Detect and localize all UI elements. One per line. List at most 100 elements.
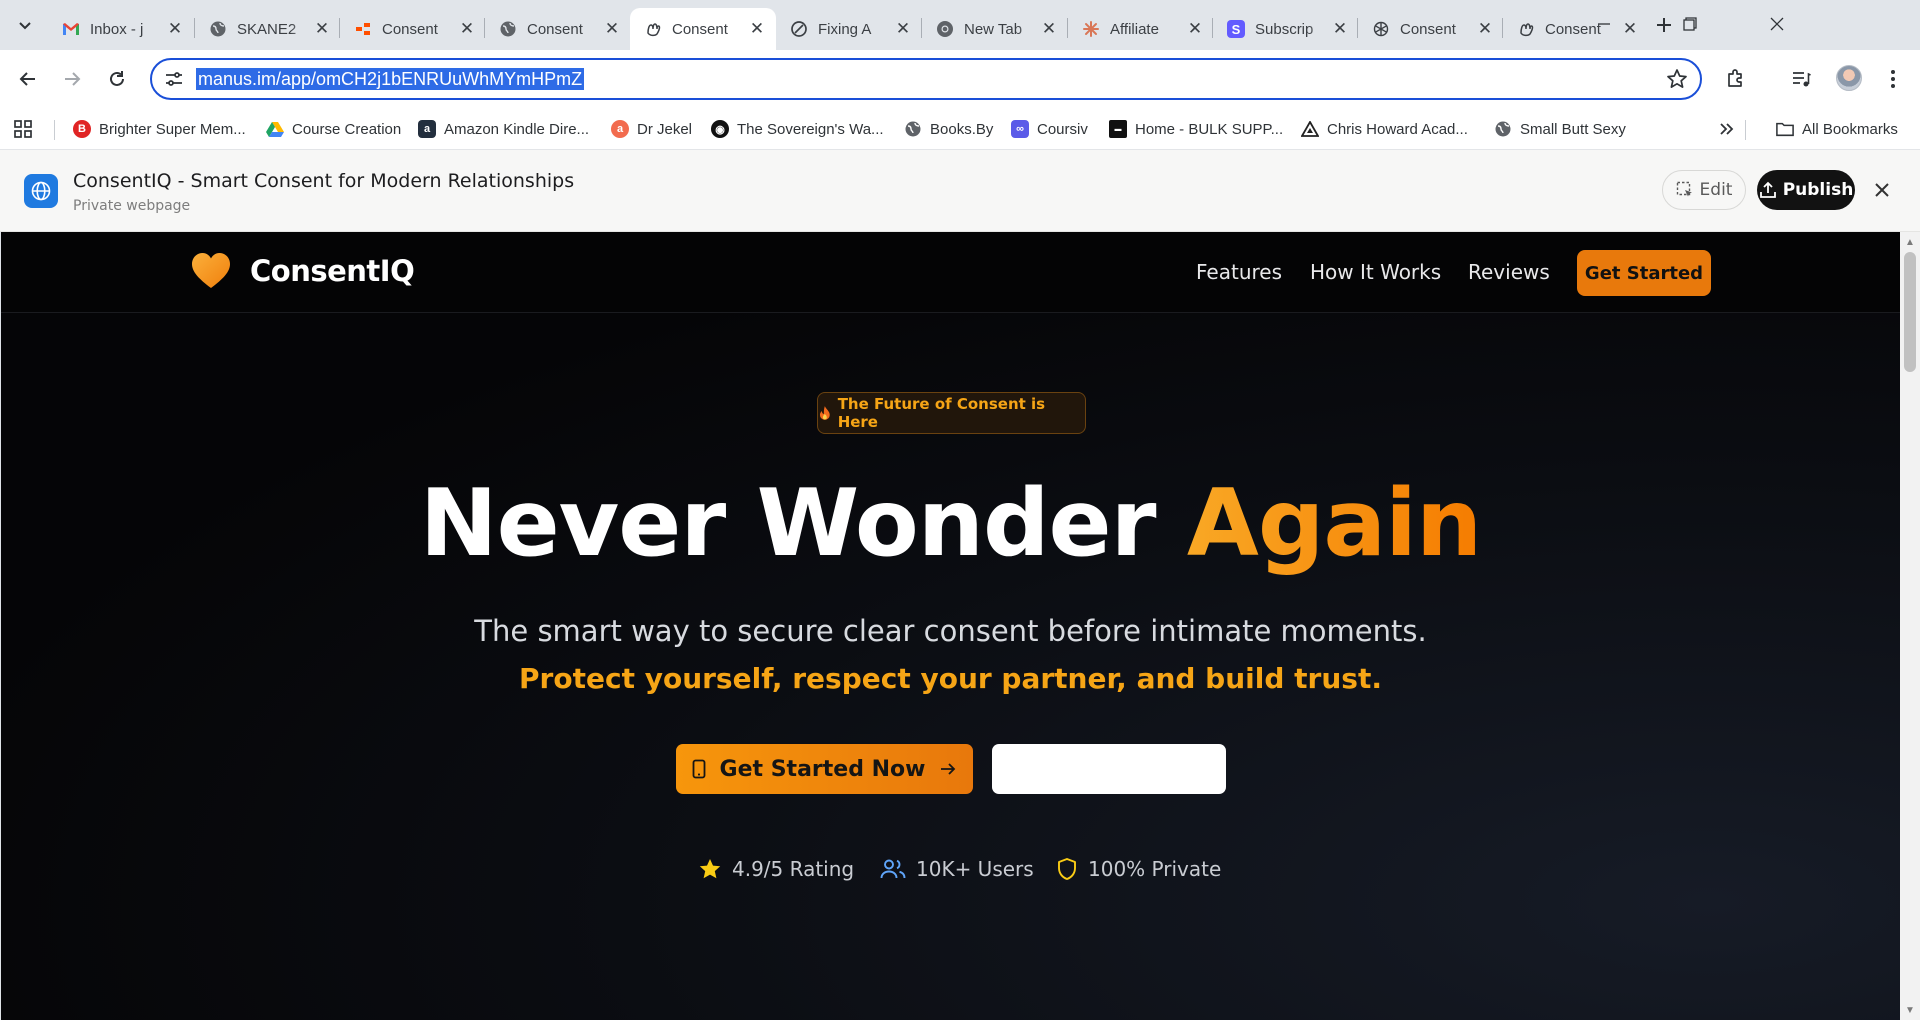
edit-button[interactable]: Edit <box>1662 170 1746 210</box>
site-settings-icon[interactable] <box>164 69 184 89</box>
bookmark-item[interactable]: Course Creation <box>266 115 401 143</box>
nav-reviews-link[interactable]: Reviews <box>1468 260 1550 284</box>
minimize-button[interactable] <box>1576 0 1632 48</box>
bookmark-item[interactable]: a Dr Jekel <box>611 115 692 143</box>
hero-badge-text: The Future of Consent is Here <box>837 395 1046 431</box>
tab-skane[interactable]: SKANE2 ✕ <box>195 8 341 50</box>
bookmark-item[interactable]: Books.By <box>904 115 993 143</box>
bookmark-item[interactable]: a Amazon Kindle Dire... <box>418 115 589 143</box>
manus-icon <box>644 20 662 38</box>
tab-search-button[interactable] <box>11 11 39 39</box>
tab-gmail[interactable]: Inbox - j ✕ <box>48 8 194 50</box>
nav-how-it-works-link[interactable]: How It Works <box>1310 260 1441 284</box>
bookmarks-bar: B Brighter Super Mem... Course Creation … <box>0 108 1920 150</box>
tab-affiliate[interactable]: Affiliate ✕ <box>1068 8 1214 50</box>
tab-title: Consent <box>1400 20 1456 38</box>
globe-icon <box>904 120 922 138</box>
tab-new-tab[interactable]: New Tab ✕ <box>922 8 1068 50</box>
perplexity-icon <box>790 20 808 38</box>
shield-icon <box>1058 858 1076 880</box>
media-control-button[interactable] <box>1786 64 1816 94</box>
kebab-menu-icon <box>1891 70 1895 88</box>
publish-label: Publish <box>1782 180 1854 200</box>
restore-icon <box>1683 17 1697 31</box>
stat-rating: 4.9/5 Rating <box>698 854 854 884</box>
bookmark-item[interactable]: B Brighter Super Mem... <box>73 115 246 143</box>
tab-consent-globe[interactable]: Consent ✕ <box>485 8 631 50</box>
sovereign-icon: ◉ <box>711 120 729 138</box>
hero-subheadline: The smart way to secure clear consent be… <box>474 614 1427 648</box>
tab-strip: Inbox - j ✕ SKANE2 ✕ Consent ✕ Consent ✕… <box>0 0 1920 50</box>
close-icon[interactable]: ✕ <box>458 19 476 38</box>
close-preview-button[interactable] <box>1870 178 1894 202</box>
close-icon[interactable]: ✕ <box>1476 19 1494 38</box>
all-bookmarks-label: All Bookmarks <box>1802 120 1898 138</box>
secondary-cta-button[interactable] <box>992 744 1226 794</box>
page-scrollbar[interactable]: ▲ ▼ <box>1900 232 1920 1020</box>
close-icon[interactable]: ✕ <box>313 19 331 38</box>
triangle-icon <box>1301 120 1319 138</box>
stat-users-text: 10K+ Users <box>916 857 1034 881</box>
close-icon[interactable]: ✕ <box>603 19 621 38</box>
browser-menu-button[interactable] <box>1878 64 1908 94</box>
profile-avatar[interactable] <box>1836 65 1862 91</box>
scroll-up-arrow-icon[interactable]: ▲ <box>1904 236 1916 248</box>
tab-fixing[interactable]: Fixing A ✕ <box>776 8 922 50</box>
reload-button[interactable] <box>101 63 133 95</box>
minimize-icon <box>1598 23 1610 25</box>
site-logo[interactable]: ConsentIQ <box>250 254 415 288</box>
chatgpt-icon <box>1372 20 1390 38</box>
get-started-now-button[interactable]: Get Started Now <box>676 744 973 794</box>
preview-subtitle: Private webpage <box>73 198 191 214</box>
bookmark-item[interactable]: ▬ Home - BULK SUPP... <box>1109 115 1283 143</box>
users-icon <box>880 859 906 879</box>
hero-headline-accent: Again <box>1186 469 1482 577</box>
gmail-icon <box>62 20 80 38</box>
globe-icon <box>209 20 227 38</box>
forward-button[interactable] <box>56 63 88 95</box>
tab-consent-zapier[interactable]: Consent ✕ <box>340 8 486 50</box>
bookmark-label: Brighter Super Mem... <box>99 120 246 138</box>
tab-subscription[interactable]: S Subscrip ✕ <box>1213 8 1359 50</box>
bookmark-label: The Sovereign's Wa... <box>737 120 884 138</box>
bookmark-item[interactable]: ◉ The Sovereign's Wa... <box>711 115 884 143</box>
tab-consent-chatgpt[interactable]: Consent ✕ <box>1358 8 1504 50</box>
bookmark-item[interactable]: Small Butt Sexy <box>1494 115 1626 143</box>
manus-icon <box>1517 20 1535 38</box>
tab-consent-active[interactable]: Consent ✕ <box>630 8 776 50</box>
close-icon <box>1770 17 1784 31</box>
bookmark-star-icon[interactable] <box>1666 68 1688 90</box>
tab-title: Inbox - j <box>90 20 144 38</box>
scrollbar-thumb[interactable] <box>1904 252 1916 372</box>
heart-icon <box>192 253 230 288</box>
back-button[interactable] <box>12 63 44 95</box>
publish-button[interactable]: Publish <box>1757 170 1855 210</box>
apps-button[interactable] <box>13 115 33 143</box>
url-text[interactable]: manus.im/app/omCH2j1bENRUuWhMYmHPmZ <box>196 68 585 90</box>
bookmarks-divider <box>1745 120 1746 140</box>
chevron-down-icon <box>19 22 31 30</box>
close-icon[interactable]: ✕ <box>748 19 766 38</box>
site-navbar: ConsentIQ Features How It Works Reviews … <box>1 232 1900 313</box>
upload-icon <box>1759 181 1776 198</box>
address-bar[interactable]: manus.im/app/omCH2j1bENRUuWhMYmHPmZ <box>150 58 1702 100</box>
bookmark-label: Small Butt Sexy <box>1520 120 1626 138</box>
close-icon[interactable]: ✕ <box>166 19 184 38</box>
close-icon[interactable]: ✕ <box>1040 19 1058 38</box>
bookmark-label: Amazon Kindle Dire... <box>444 120 590 138</box>
restore-button[interactable] <box>1662 0 1718 48</box>
all-bookmarks-button[interactable]: All Bookmarks <box>1776 115 1898 143</box>
hero-headline: Never Wonder Again <box>1 469 1900 577</box>
nav-features-link[interactable]: Features <box>1196 260 1282 284</box>
nav-get-started-button[interactable]: Get Started <box>1577 250 1711 296</box>
close-icon[interactable]: ✕ <box>894 19 912 38</box>
edit-label: Edit <box>1699 180 1733 200</box>
bookmark-item[interactable]: Chris Howard Acad... <box>1301 115 1468 143</box>
window-close-button[interactable] <box>1749 0 1805 48</box>
close-icon[interactable]: ✕ <box>1186 19 1204 38</box>
scroll-down-arrow-icon[interactable]: ▼ <box>1904 1004 1916 1016</box>
close-icon[interactable]: ✕ <box>1331 19 1349 38</box>
bookmark-item[interactable]: ∞ Coursiv <box>1011 115 1088 143</box>
bookmarks-overflow-button[interactable] <box>1718 115 1734 143</box>
extensions-button[interactable] <box>1721 64 1751 94</box>
